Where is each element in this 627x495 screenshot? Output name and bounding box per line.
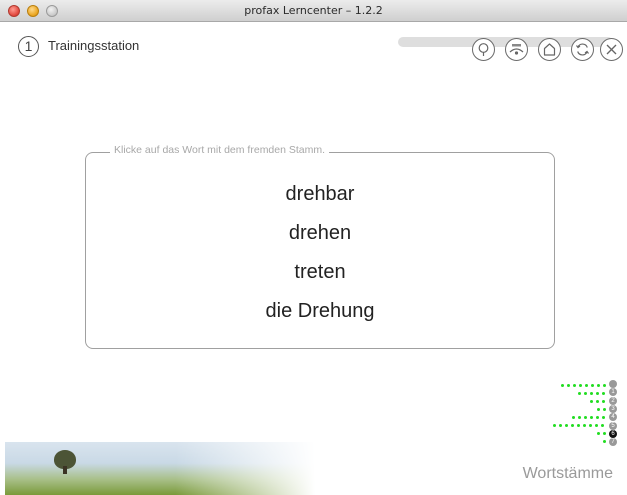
progress-dot: [578, 416, 581, 419]
progress-dot: [590, 416, 593, 419]
progress-dot: [585, 384, 588, 387]
training-button[interactable]: [505, 38, 528, 61]
progress-dot: [597, 432, 600, 435]
progress-dot: [596, 400, 599, 403]
level-dot[interactable]: 6: [609, 429, 617, 438]
level-dot[interactable]: 5: [609, 421, 617, 430]
progress-dot: [589, 424, 592, 427]
progress-dot: [571, 424, 574, 427]
progress-dot: [584, 416, 587, 419]
progress-dot: [597, 408, 600, 411]
progress-dot: [602, 416, 605, 419]
answer-word-2[interactable]: drehen: [85, 222, 555, 245]
home-button[interactable]: [538, 38, 561, 61]
level-dot[interactable]: [609, 380, 617, 388]
level-dot[interactable]: 3: [609, 404, 617, 413]
progress-dot: [579, 384, 582, 387]
close-icon: [606, 44, 617, 55]
progress-dot: [603, 440, 606, 443]
station-label: Trainingsstation: [48, 38, 140, 53]
training-icon: [509, 44, 524, 55]
answer-word-4[interactable]: die Drehung: [85, 300, 555, 323]
window-titlebar: profax Lerncenter – 1.2.2: [0, 0, 627, 22]
answer-word-3[interactable]: treten: [85, 261, 555, 284]
progress-dot: [603, 432, 606, 435]
answer-word-1[interactable]: drehbar: [85, 183, 555, 206]
progress-dot: [591, 384, 594, 387]
progress-dot: [578, 392, 581, 395]
progress-dot: [602, 400, 605, 403]
close-button[interactable]: [600, 38, 623, 61]
lightbulb-icon: [478, 43, 489, 56]
progress-dot: [595, 424, 598, 427]
progress-dot: [603, 384, 606, 387]
tree-trunk-image: [63, 466, 67, 474]
progress-dot: [553, 424, 556, 427]
home-icon: [543, 43, 556, 56]
level-dot[interactable]: 1: [609, 388, 617, 397]
progress-dot: [583, 424, 586, 427]
station-number-badge: 1: [18, 36, 39, 57]
progress-dot: [597, 384, 600, 387]
level-dot[interactable]: 2: [609, 396, 617, 405]
progress-dot: [590, 400, 593, 403]
progress-dot: [567, 384, 570, 387]
progress-dot: [584, 392, 587, 395]
progress-dot: [602, 392, 605, 395]
refresh-icon: [576, 43, 589, 56]
repeat-button[interactable]: [571, 38, 594, 61]
progress-dot: [596, 416, 599, 419]
progress-dot: [559, 424, 562, 427]
landscape-image: [5, 442, 315, 495]
hint-button[interactable]: [472, 38, 495, 61]
window-title: profax Lerncenter – 1.2.2: [244, 4, 383, 17]
level-dot[interactable]: 4: [609, 413, 617, 422]
progress-dot: [573, 384, 576, 387]
topic-label: Wortstämme: [522, 465, 613, 482]
progress-dot: [577, 424, 580, 427]
task-instruction: Klicke auf das Wort mit dem fremden Stam…: [110, 144, 330, 156]
progress-dot: [601, 424, 604, 427]
progress-dot: [561, 384, 564, 387]
progress-dot: [572, 416, 575, 419]
progress-dot: [596, 392, 599, 395]
progress-dot: [565, 424, 568, 427]
level-dot[interactable]: 7: [609, 438, 617, 447]
progress-dot: [590, 392, 593, 395]
progress-dot: [603, 408, 606, 411]
